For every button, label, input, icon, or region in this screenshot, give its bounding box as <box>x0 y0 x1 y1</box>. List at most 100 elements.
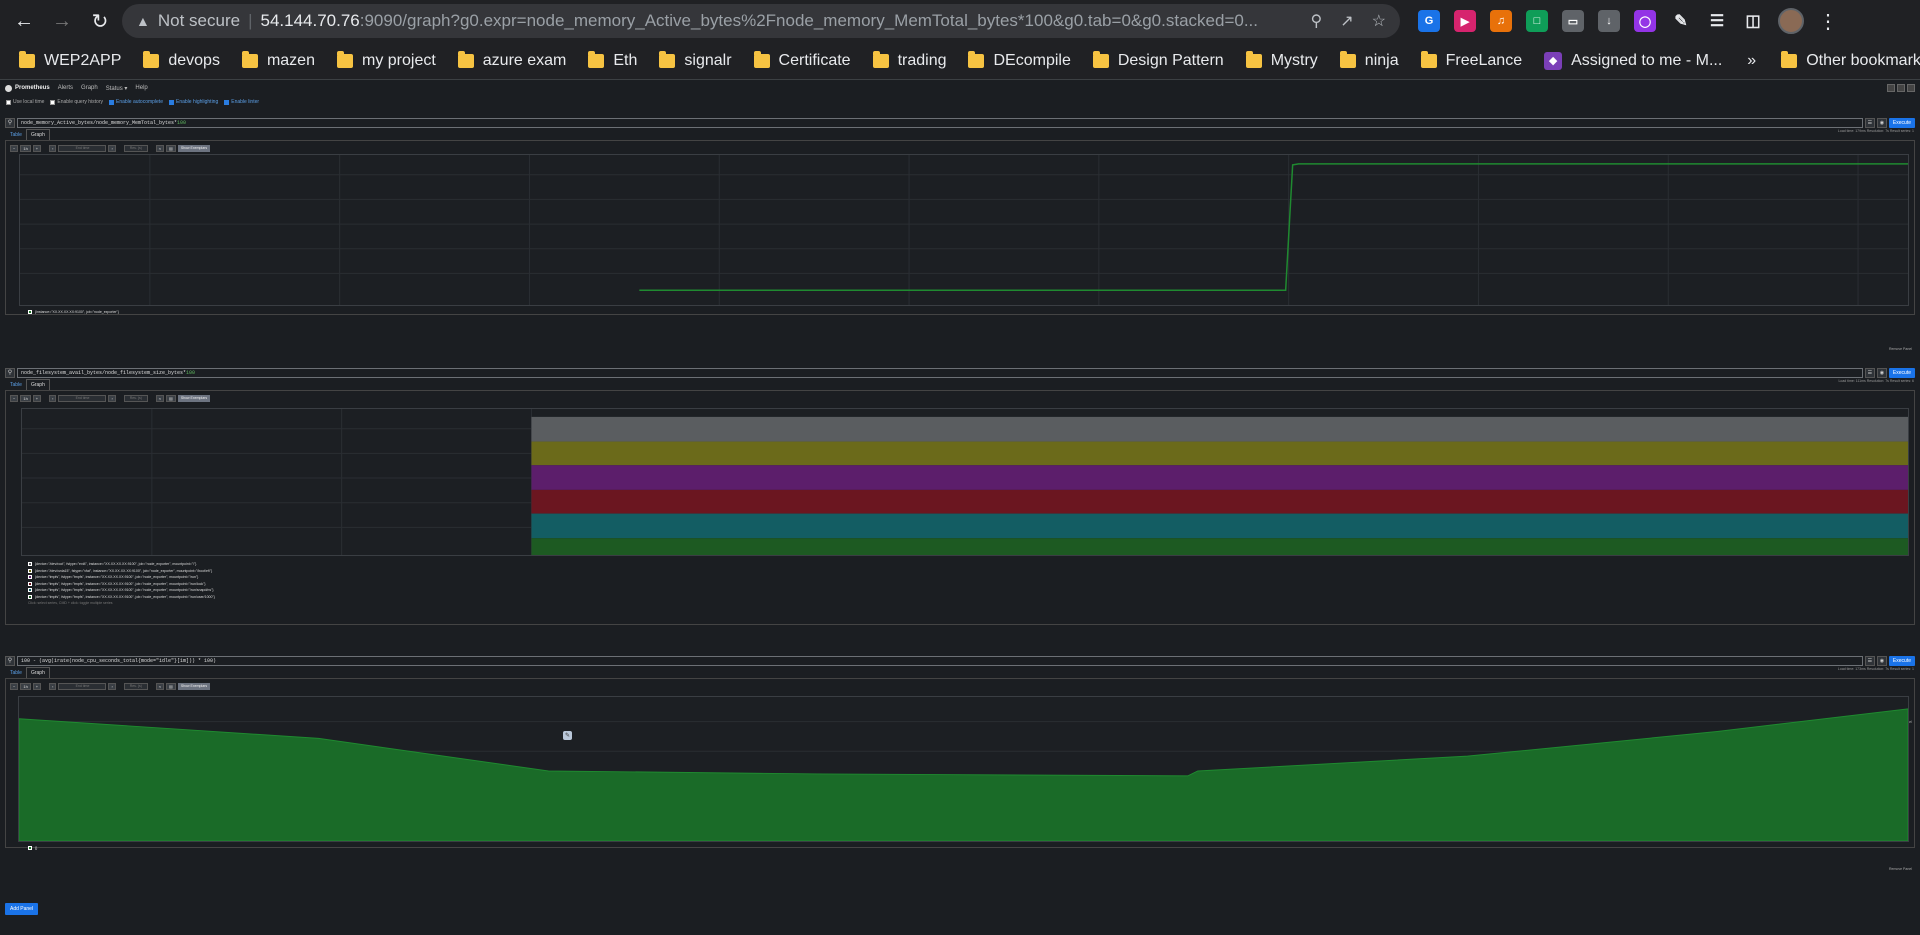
end-time-input[interactable]: End time <box>58 394 107 402</box>
range-minus-button[interactable]: − <box>10 394 19 402</box>
end-time-input[interactable]: End time <box>58 144 107 152</box>
stacked-icon[interactable]: ▤ <box>166 144 176 152</box>
translate-extension-icon[interactable]: G <box>1418 10 1440 32</box>
media-control-icon[interactable]: ☰ <box>1706 10 1728 32</box>
theme-light-icon[interactable] <box>1887 84 1895 92</box>
remove-panel-link[interactable]: Remove Panel <box>1889 867 1912 871</box>
tab-graph[interactable]: Graph <box>25 379 50 390</box>
bookmark-item[interactable]: my project <box>328 47 445 75</box>
cpu-graph[interactable] <box>18 696 1909 842</box>
resolution-input[interactable]: Res. (s) <box>123 394 148 402</box>
stacked-icon[interactable]: ▤ <box>166 682 176 690</box>
bookmark-item[interactable]: Certificate <box>745 47 860 75</box>
option-checkbox[interactable]: Enable query history <box>50 99 103 105</box>
theme-auto-icon[interactable] <box>1907 84 1915 92</box>
legend-item[interactable]: {} <box>28 845 37 852</box>
bookmark-item[interactable]: devops <box>134 47 229 75</box>
zoom-icon[interactable]: ⚲ <box>1311 11 1323 31</box>
time-back-button[interactable]: ‹ <box>49 144 57 152</box>
time-forward-button[interactable]: › <box>108 394 116 402</box>
time-forward-button[interactable]: › <box>108 682 116 690</box>
show-exemplars-button[interactable]: Show Exemplars <box>177 394 211 402</box>
media-extension-icon[interactable]: ▶ <box>1454 10 1476 32</box>
more-bookmarks-button[interactable]: » <box>1735 52 1768 70</box>
history-icon[interactable]: ☰ <box>1864 117 1875 128</box>
tab-graph[interactable]: Graph <box>25 129 50 140</box>
memory-graph[interactable] <box>19 154 1909 306</box>
metrics-explorer-icon[interactable]: ◉ <box>1876 655 1887 666</box>
bookmark-item[interactable]: ninja <box>1331 47 1408 75</box>
range-plus-button[interactable]: + <box>32 394 42 402</box>
menu-kebab-icon[interactable]: ⋮ <box>1818 9 1838 34</box>
bookmark-item[interactable]: Design Pattern <box>1084 47 1233 75</box>
add-panel-button[interactable]: Add Panel <box>5 903 39 915</box>
option-checkbox[interactable]: Enable autocomplete <box>109 99 163 105</box>
nav-alerts[interactable]: Alerts <box>58 85 73 91</box>
range-plus-button[interactable]: + <box>32 682 42 690</box>
bookmark-item[interactable]: trading <box>864 47 956 75</box>
screenshot-extension-icon[interactable]: □ <box>1526 10 1548 32</box>
show-exemplars-button[interactable]: Show Exemplars <box>177 682 211 690</box>
execute-button[interactable]: Execute <box>1888 367 1915 378</box>
bookmark-item[interactable]: Mystry <box>1237 47 1327 75</box>
cast-extension-icon[interactable]: ▭ <box>1562 10 1584 32</box>
option-checkbox[interactable]: Enable highlighting <box>168 99 218 105</box>
other-bookmarks[interactable]: Other bookmarks <box>1772 47 1920 75</box>
profile-avatar[interactable] <box>1778 8 1804 34</box>
unstacked-icon[interactable]: ≈ <box>155 144 165 152</box>
tab-table[interactable]: Table <box>6 130 26 140</box>
download-icon[interactable]: ↓ <box>1598 10 1620 32</box>
expression-input[interactable]: node_filesystem_avail_bytes/node_filesys… <box>17 367 1863 378</box>
star-icon[interactable]: ☆ <box>1372 11 1386 31</box>
execute-button[interactable]: Execute <box>1888 117 1915 128</box>
nav-graph[interactable]: Graph <box>81 85 98 91</box>
time-forward-button[interactable]: › <box>108 144 116 152</box>
address-bar[interactable]: ▲ Not secure | 54.144.70.76:9090/graph?g… <box>122 4 1400 38</box>
unstacked-icon[interactable]: ≈ <box>155 394 165 402</box>
reload-icon[interactable]: ↻ <box>84 5 116 37</box>
nav-help[interactable]: Help <box>135 85 147 91</box>
bookmark-item[interactable]: azure exam <box>449 47 576 75</box>
end-time-input[interactable]: End time <box>58 682 107 690</box>
copy-link-icon[interactable]: ✎ <box>563 731 572 740</box>
resolution-input[interactable]: Res. (s) <box>123 682 148 690</box>
metrics-explorer-icon[interactable]: ◉ <box>1876 367 1887 378</box>
remove-panel-link[interactable]: Remove Panel <box>1889 347 1912 351</box>
bookmark-item[interactable]: DEcompile <box>959 47 1079 75</box>
history-icon[interactable]: ☰ <box>1864 367 1875 378</box>
metrics-explorer-icon[interactable]: ◉ <box>1876 117 1887 128</box>
history-icon[interactable]: ☰ <box>1864 655 1875 666</box>
range-input[interactable]: 1h <box>20 144 31 152</box>
bookmark-item[interactable]: WEP2APP <box>10 47 130 75</box>
theme-dark-icon[interactable] <box>1897 84 1905 92</box>
nav-status[interactable]: Status ▾ <box>106 85 128 92</box>
expression-input[interactable]: node_memory_Active_bytes/node_memory_Mem… <box>17 117 1863 128</box>
extensions-puzzle-icon[interactable]: ✎ <box>1670 10 1692 32</box>
time-back-button[interactable]: ‹ <box>49 394 57 402</box>
bookmark-item[interactable]: mazen <box>233 47 324 75</box>
range-input[interactable]: 1h <box>20 394 31 402</box>
unstacked-icon[interactable]: ≈ <box>155 682 165 690</box>
stacked-icon[interactable]: ▤ <box>166 394 176 402</box>
expression-input[interactable]: 100 - (avg(irate(node_cpu_seconds_total{… <box>17 655 1863 666</box>
option-checkbox[interactable]: Use local time <box>6 99 44 105</box>
execute-button[interactable]: Execute <box>1888 655 1915 666</box>
filesystem-graph[interactable] <box>21 408 1909 556</box>
color-picker-extension-icon[interactable]: ◯ <box>1634 10 1656 32</box>
audio-extension-icon[interactable]: ♫ <box>1490 10 1512 32</box>
bookmark-item[interactable]: signalr <box>650 47 740 75</box>
prometheus-brand[interactable]: Prometheus <box>5 84 50 92</box>
bookmark-item[interactable]: FreeLance <box>1412 47 1532 75</box>
option-checkbox[interactable]: Enable linter <box>224 99 259 105</box>
range-input[interactable]: 1h <box>20 682 31 690</box>
back-icon[interactable]: ← <box>8 5 40 37</box>
share-icon[interactable]: ↗ <box>1340 11 1353 31</box>
range-minus-button[interactable]: − <box>10 144 19 152</box>
tab-table[interactable]: Table <box>6 668 26 678</box>
bookmark-item[interactable]: Eth <box>579 47 646 75</box>
legend-item[interactable]: {instance="XX.XX.XX.XX:9100", job="node_… <box>28 309 119 316</box>
forward-icon[interactable]: → <box>46 5 78 37</box>
range-plus-button[interactable]: + <box>32 144 42 152</box>
bookmark-item[interactable]: ◆ Assigned to me - M... <box>1535 47 1731 75</box>
tab-table[interactable]: Table <box>6 380 26 390</box>
